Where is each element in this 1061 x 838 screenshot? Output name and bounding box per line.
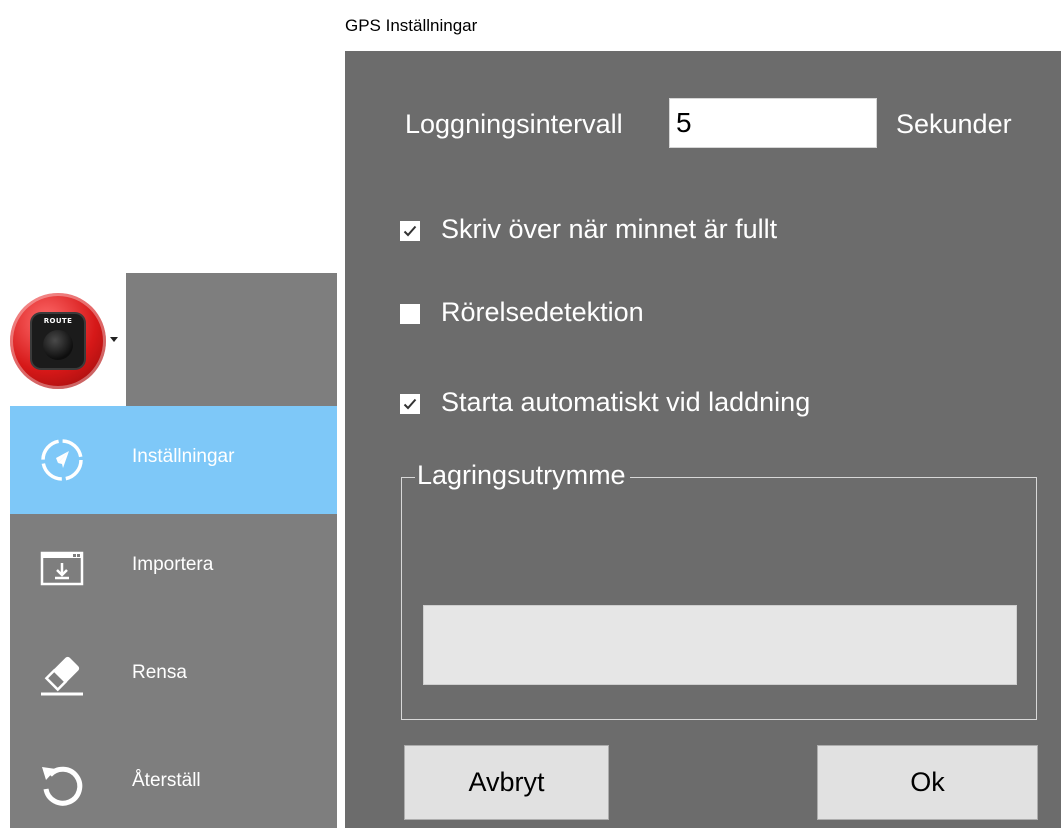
logo-lens — [43, 330, 73, 360]
interval-unit: Sekunder — [896, 109, 1012, 139]
storage-progress-bar — [423, 605, 1017, 685]
sidebar-item-aterstall[interactable]: Återställ — [10, 730, 337, 838]
reset-arrow-icon — [42, 766, 83, 806]
autostart-checkbox[interactable] — [400, 394, 420, 414]
interval-label: Loggningsintervall — [405, 109, 623, 139]
motion-detection-checkbox-row[interactable]: Rörelsedetektion — [389, 297, 989, 333]
checkmark-icon — [403, 398, 417, 410]
ok-button[interactable]: Ok — [817, 745, 1038, 820]
app-sidebar: ROUTE Inställningar Importera Rensa Åter… — [10, 273, 337, 828]
sidebar-item-label: Inställningar — [132, 446, 235, 467]
checkmark-icon — [403, 225, 417, 237]
chevron-down-icon[interactable] — [110, 337, 118, 342]
cancel-button[interactable]: Avbryt — [404, 745, 609, 820]
compass-icon — [41, 439, 83, 481]
logo-device: ROUTE — [32, 314, 84, 368]
interval-row: Loggningsintervall Sekunder — [405, 98, 1055, 150]
logo-text: ROUTE — [43, 317, 73, 325]
sidebar-header: ROUTE — [10, 273, 337, 406]
gps-settings-dialog: Loggningsintervall Sekunder Skriv över n… — [345, 51, 1061, 828]
sidebar-item-label: Importera — [132, 554, 214, 575]
motion-detection-label: Rörelsedetektion — [441, 297, 644, 327]
motion-detection-checkbox[interactable] — [400, 304, 420, 324]
eraser-icon — [41, 656, 83, 696]
logo-area[interactable]: ROUTE — [10, 273, 126, 406]
sidebar-item-installningar[interactable]: Inställningar — [10, 406, 337, 514]
autostart-label: Starta automatiskt vid laddning — [441, 387, 811, 417]
overwrite-checkbox[interactable] — [400, 221, 420, 241]
overwrite-checkbox-row[interactable]: Skriv över när minnet är fullt — [389, 214, 989, 250]
sidebar-item-label: Rensa — [132, 662, 187, 683]
overwrite-label: Skriv över när minnet är fullt — [441, 214, 778, 244]
interval-input[interactable] — [669, 98, 877, 148]
storage-groupbox-title: Lagringsutrymme — [415, 460, 630, 491]
autostart-checkbox-row[interactable]: Starta automatiskt vid laddning — [389, 387, 989, 423]
sidebar-item-label: Återställ — [132, 770, 201, 791]
dialog-title: GPS Inställningar — [345, 16, 478, 35]
sidebar-item-importera[interactable]: Importera — [10, 514, 337, 622]
sidebar-item-rensa[interactable]: Rensa — [10, 622, 337, 730]
import-window-icon — [40, 551, 84, 586]
route-logo-icon[interactable]: ROUTE — [10, 293, 106, 389]
